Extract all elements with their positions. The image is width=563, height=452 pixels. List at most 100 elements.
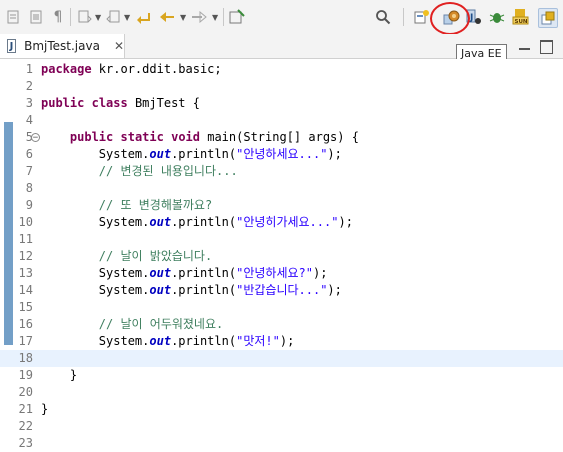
code-line[interactable]: 11 <box>0 231 563 248</box>
toolbar-separator <box>70 8 71 26</box>
line-number: 6 <box>25 147 33 161</box>
line-number: 1 <box>25 62 33 76</box>
code-line[interactable]: 9 // 또 변경해볼까요? <box>0 197 563 214</box>
field-token: out <box>149 283 172 297</box>
line-number: 11 <box>18 232 33 246</box>
string-token: "맛저!" <box>236 334 280 348</box>
next-annotation-dropdown-icon[interactable]: ▼ <box>95 13 101 22</box>
tab-bmjtest-java[interactable]: J BmjTest.java ✕ <box>0 34 125 58</box>
current-line[interactable]: 18 <box>0 350 563 367</box>
line-number: 19 <box>18 368 33 382</box>
code-token: ); <box>279 334 295 348</box>
code-token: .println( <box>171 266 237 280</box>
code-line[interactable]: 15 <box>0 299 563 316</box>
code-token: main(String[] args) { <box>200 130 359 144</box>
line-number: 4 <box>25 113 33 127</box>
fold-toggle-icon[interactable]: − <box>31 133 40 143</box>
line-number: 13 <box>18 266 33 280</box>
code-token: .println( <box>171 147 237 161</box>
code-token: .println( <box>171 334 237 348</box>
line-number: 23 <box>18 436 33 450</box>
code-line[interactable]: 7 // 변경된 내용입니다... <box>0 163 563 180</box>
open-perspective-icon[interactable] <box>413 8 431 26</box>
string-token: "반갑습니다..." <box>236 283 328 297</box>
code-text: // 변경된 내용입니다... <box>41 163 238 180</box>
back-dropdown-icon[interactable]: ▼ <box>180 13 186 22</box>
code-line[interactable]: 13 System.out.println("안녕하세요?"); <box>0 265 563 282</box>
code-line[interactable]: 1 package kr.or.ddit.basic; <box>0 61 563 78</box>
code-line[interactable]: 20 <box>0 384 563 401</box>
code-line[interactable]: 23 <box>0 435 563 452</box>
string-token: "안녕하세요..." <box>236 147 328 161</box>
code-line[interactable]: 19 } <box>0 367 563 384</box>
code-token: } <box>41 368 78 382</box>
comment-token: // 또 변경해볼까요? <box>41 198 213 212</box>
next-annotation-icon[interactable] <box>76 8 94 26</box>
line-number: 22 <box>18 419 33 433</box>
code-text: // 또 변경해볼까요? <box>41 197 212 214</box>
code-line[interactable]: 22 <box>0 418 563 435</box>
code-text: System.out.println("안녕히가세요..."); <box>41 214 353 231</box>
code-token: ); <box>312 266 328 280</box>
java-file-icon: J <box>7 39 17 53</box>
code-token: System. <box>41 283 150 297</box>
code-line[interactable]: 17 System.out.println("맛저!"); <box>0 333 563 350</box>
code-text: // 날이 밝았습니다. <box>41 248 212 265</box>
previous-annotation-dropdown-icon[interactable]: ▼ <box>124 13 130 22</box>
code-line[interactable]: 14 System.out.println("반갑습니다..."); <box>0 282 563 299</box>
maximize-icon[interactable] <box>540 40 553 54</box>
show-whitespace-icon[interactable]: ¶ <box>49 8 67 26</box>
code-text: public static void main(String[] args) { <box>41 129 359 146</box>
field-token: out <box>149 215 172 229</box>
close-tab-icon[interactable]: ✕ <box>114 39 124 53</box>
code-editor[interactable]: 1 package kr.or.ddit.basic; 2 3 public class… <box>0 59 563 450</box>
line-number: 5 <box>25 130 33 144</box>
code-line[interactable]: 3 public class BmjTest { <box>0 95 563 112</box>
debug-perspective-icon[interactable] <box>488 8 506 26</box>
keyword-token: static <box>120 130 164 144</box>
toggle-mark-occurrences-icon[interactable] <box>5 8 23 26</box>
search-icon[interactable] <box>374 8 392 26</box>
previous-annotation-icon[interactable] <box>104 8 122 26</box>
code-token: ); <box>327 147 342 161</box>
code-token: System. <box>41 147 150 161</box>
code-line[interactable]: 21} <box>0 401 563 418</box>
resource-perspective-icon[interactable] <box>538 8 558 28</box>
comment-token: // 변경된 내용입니다... <box>41 164 238 178</box>
code-line[interactable]: 16 // 날이 어두워졌네요. <box>0 316 563 333</box>
line-number: 14 <box>18 283 33 297</box>
sun-perspective-icon[interactable]: SUN <box>512 8 530 26</box>
comment-token: // 날이 밝았습니다. <box>41 249 213 263</box>
forward-arrow-icon[interactable] <box>190 8 208 26</box>
code-token: System. <box>41 266 150 280</box>
line-number: 20 <box>18 385 33 399</box>
code-line[interactable]: 8 <box>0 180 563 197</box>
code-line[interactable]: 6 System.out.println("안녕하세요..."); <box>0 146 563 163</box>
line-number: 8 <box>25 181 33 195</box>
back-arrow-icon[interactable] <box>158 8 176 26</box>
code-text: } <box>41 401 48 418</box>
field-token: out <box>149 147 172 161</box>
line-number: 2 <box>25 79 33 93</box>
pin-editor-icon[interactable] <box>228 8 246 26</box>
field-token: out <box>149 266 172 280</box>
forward-dropdown-icon[interactable]: ▼ <box>212 13 218 22</box>
line-number: 9 <box>25 198 33 212</box>
minimize-icon[interactable] <box>519 40 530 50</box>
code-line[interactable]: 10 System.out.println("안녕히가세요..."); <box>0 214 563 231</box>
code-token: ); <box>327 283 342 297</box>
code-token: } <box>41 402 49 416</box>
toggle-block-selection-icon[interactable] <box>27 8 45 26</box>
code-line[interactable]: 2 <box>0 78 563 95</box>
toolbar-separator <box>223 8 224 26</box>
code-text: } <box>41 367 77 384</box>
code-token: kr.or.ddit.basic; <box>91 62 222 76</box>
line-number: 21 <box>18 402 33 416</box>
keyword-token: public <box>69 130 114 144</box>
last-edit-location-icon[interactable] <box>134 8 152 26</box>
sun-label: SUN <box>515 19 528 25</box>
keyword-token: public <box>41 96 85 110</box>
code-line[interactable]: 4 <box>0 112 563 129</box>
code-line[interactable]: 12 // 날이 밝았습니다. <box>0 248 563 265</box>
code-line[interactable]: 5− public static void main(String[] args… <box>0 129 563 146</box>
